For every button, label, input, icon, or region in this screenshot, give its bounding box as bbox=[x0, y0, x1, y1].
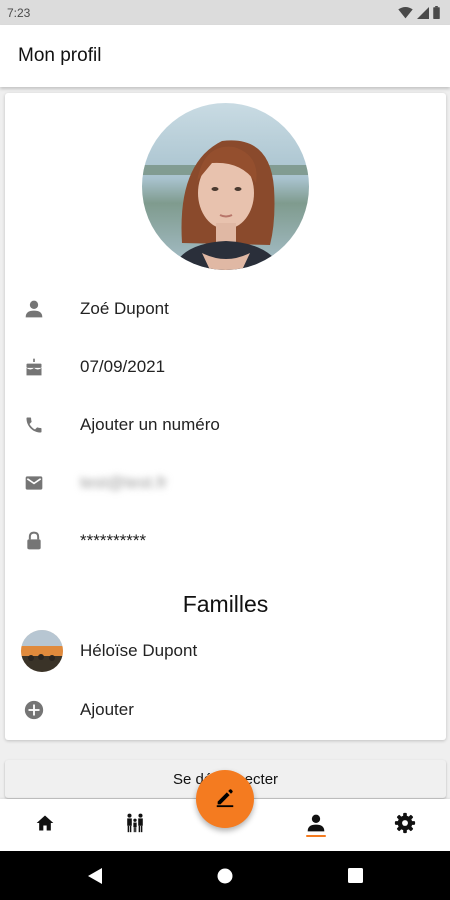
app-bar: Mon profil bbox=[0, 25, 450, 87]
add-circle-icon bbox=[22, 698, 46, 722]
family-item[interactable]: Héloïse Dupont bbox=[5, 622, 446, 680]
lock-icon bbox=[22, 529, 46, 553]
nav-home[interactable] bbox=[15, 799, 75, 851]
wifi-icon bbox=[398, 6, 413, 19]
profile-birthdate: 07/09/2021 bbox=[80, 357, 166, 376]
profile-icon bbox=[306, 813, 326, 838]
home-button-icon[interactable] bbox=[205, 851, 245, 900]
families-title: Familles bbox=[182, 591, 269, 617]
person-icon bbox=[22, 297, 46, 321]
status-bar: 7:23 bbox=[0, 0, 450, 25]
profile-avatar[interactable] bbox=[142, 103, 309, 270]
nav-settings[interactable] bbox=[375, 799, 435, 851]
add-family-label: Ajouter bbox=[80, 700, 134, 719]
family-icon bbox=[124, 812, 146, 839]
cake-icon bbox=[22, 355, 46, 379]
profile-name: Zoé Dupont bbox=[80, 299, 169, 318]
nav-family[interactable] bbox=[105, 799, 165, 851]
mail-icon bbox=[22, 471, 46, 495]
name-row: Zoé Dupont bbox=[5, 280, 446, 338]
nav-profile[interactable] bbox=[286, 799, 346, 851]
family-avatar bbox=[21, 630, 63, 672]
edit-icon bbox=[214, 786, 236, 813]
profile-password: ********** bbox=[80, 531, 147, 550]
password-row: ********** bbox=[5, 512, 446, 570]
back-icon[interactable] bbox=[75, 851, 115, 900]
status-time: 7:23 bbox=[7, 5, 31, 20]
status-icons bbox=[398, 6, 440, 19]
phone-add-link[interactable]: Ajouter un numéro bbox=[80, 415, 220, 435]
family-name: Héloïse Dupont bbox=[80, 641, 198, 660]
phone-row[interactable]: Ajouter un numéro bbox=[5, 396, 446, 454]
add-family-row[interactable]: Ajouter bbox=[5, 681, 446, 739]
recents-icon[interactable] bbox=[335, 851, 375, 900]
system-nav-bar bbox=[0, 851, 450, 900]
edit-fab[interactable] bbox=[196, 770, 254, 828]
page-title: Mon profil bbox=[18, 45, 102, 66]
signal-icon bbox=[417, 6, 429, 19]
phone-icon bbox=[22, 413, 46, 437]
birthdate-row: 07/09/2021 bbox=[5, 338, 446, 396]
email-row: test@test.fr bbox=[5, 454, 446, 512]
battery-icon bbox=[433, 6, 440, 19]
settings-icon bbox=[394, 812, 416, 839]
nav-active-indicator bbox=[306, 835, 326, 837]
home-icon bbox=[35, 813, 55, 838]
profile-email: test@test.fr bbox=[80, 473, 168, 492]
profile-card: Zoé Dupont 07/09/2021 Ajouter un numéro … bbox=[5, 93, 446, 740]
